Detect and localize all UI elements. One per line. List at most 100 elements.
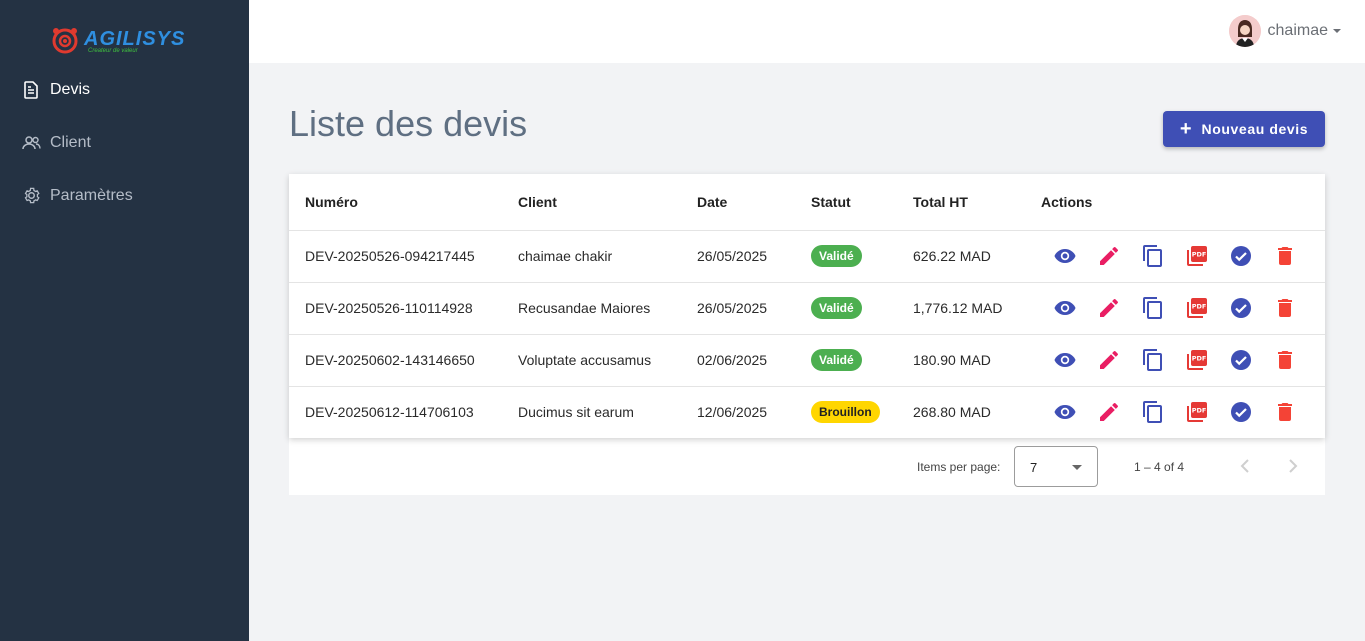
svg-text:PDF: PDF: [1192, 407, 1207, 415]
trash-icon: [1273, 296, 1297, 320]
copy-button[interactable]: [1141, 244, 1165, 268]
sidebar-item-label: Paramètres: [50, 186, 133, 204]
page-range-label: 1 – 4 of 4: [1134, 460, 1185, 474]
sidebar: AGILISYS Createur de valeur Devis Client…: [0, 0, 249, 641]
sidebar-item-label: Devis: [50, 80, 91, 98]
sidebar-item-client[interactable]: Client: [0, 116, 249, 169]
pdf-icon: PDF: [1185, 244, 1209, 268]
check-circle-icon: [1229, 244, 1253, 268]
row-actions: PDF: [1053, 400, 1317, 424]
brand-tagline: Createur de valeur: [88, 48, 138, 54]
new-devis-button-label: Nouveau devis: [1201, 121, 1309, 137]
eye-icon: [1053, 400, 1077, 424]
cell-numero: DEV-20250526-094217445: [305, 248, 475, 264]
status-badge: Validé: [811, 245, 862, 267]
svg-text:PDF: PDF: [1192, 303, 1207, 311]
copy-button[interactable]: [1141, 348, 1165, 372]
table-row: DEV-20250526-094217445 chaimae chakir 26/0…: [289, 231, 1325, 283]
logo-mark-icon: [52, 28, 78, 54]
items-per-page-value: 7: [1030, 460, 1038, 475]
eye-icon: [1053, 348, 1077, 372]
sidebar-item-devis[interactable]: Devis: [0, 63, 249, 116]
next-page-button[interactable]: [1281, 454, 1305, 478]
user-name: chaimae: [1267, 22, 1328, 39]
column-header-total: Total HT: [913, 194, 968, 210]
column-header-date: Date: [697, 194, 728, 210]
avatar: [1228, 15, 1261, 47]
trash-button[interactable]: [1273, 296, 1297, 320]
trash-button[interactable]: [1273, 400, 1297, 424]
new-devis-button[interactable]: + Nouveau devis: [1163, 111, 1325, 147]
gear-icon: [22, 186, 41, 205]
pdf-icon: PDF: [1185, 348, 1209, 372]
cell-total: 626.22 MAD: [913, 248, 991, 264]
status-badge: Validé: [811, 349, 862, 371]
check-circle-button[interactable]: [1229, 296, 1253, 320]
items-per-page-select[interactable]: 7: [1014, 446, 1098, 487]
sidebar-item-parametres[interactable]: Paramètres: [0, 169, 249, 222]
pencil-button[interactable]: [1097, 296, 1121, 320]
paginator: Items per page: 7 1 – 4 of 4: [289, 438, 1325, 495]
pencil-icon: [1097, 296, 1121, 320]
copy-icon: [1141, 244, 1165, 268]
users-icon: [22, 133, 41, 152]
eye-button[interactable]: [1053, 400, 1077, 424]
check-circle-button[interactable]: [1229, 400, 1253, 424]
copy-button[interactable]: [1141, 400, 1165, 424]
cell-total: 1,776.12 MAD: [913, 300, 1003, 316]
copy-icon: [1141, 400, 1165, 424]
items-per-page-label: Items per page:: [917, 460, 1001, 474]
row-actions: PDF: [1053, 348, 1317, 372]
eye-icon: [1053, 296, 1077, 320]
cell-date: 12/06/2025: [697, 404, 768, 420]
eye-button[interactable]: [1053, 296, 1077, 320]
copy-icon: [1141, 296, 1165, 320]
pencil-button[interactable]: [1097, 400, 1121, 424]
trash-button[interactable]: [1273, 244, 1297, 268]
cell-client: Ducimus sit earum: [518, 404, 634, 420]
pdf-icon: PDF: [1185, 296, 1209, 320]
copy-button[interactable]: [1141, 296, 1165, 320]
brand-logo[interactable]: AGILISYS Createur de valeur: [48, 22, 185, 56]
column-header-numero: Numéro: [305, 194, 358, 210]
cell-date: 26/05/2025: [697, 248, 768, 264]
pencil-icon: [1097, 244, 1121, 268]
trash-icon: [1273, 348, 1297, 372]
eye-button[interactable]: [1053, 244, 1077, 268]
cell-date: 02/06/2025: [697, 352, 768, 368]
check-circle-icon: [1229, 348, 1253, 372]
svg-text:PDF: PDF: [1192, 251, 1207, 259]
sidebar-item-label: Client: [50, 133, 91, 151]
check-circle-button[interactable]: [1229, 348, 1253, 372]
pencil-button[interactable]: [1097, 244, 1121, 268]
row-actions: PDF: [1053, 296, 1317, 320]
pencil-icon: [1097, 400, 1121, 424]
previous-page-button[interactable]: [1233, 454, 1257, 478]
pencil-button[interactable]: [1097, 348, 1121, 372]
user-menu[interactable]: chaimae: [1228, 15, 1341, 47]
check-circle-icon: [1229, 400, 1253, 424]
cell-numero: DEV-20250602-143146650: [305, 352, 475, 368]
eye-icon: [1053, 244, 1077, 268]
sidebar-nav: Devis Client Paramètres: [0, 63, 249, 222]
column-header-actions: Actions: [1041, 194, 1093, 210]
cell-total: 268.80 MAD: [913, 404, 991, 420]
svg-text:PDF: PDF: [1192, 355, 1207, 363]
pdf-button[interactable]: PDF: [1185, 400, 1209, 424]
pdf-button[interactable]: PDF: [1185, 348, 1209, 372]
cell-date: 26/05/2025: [697, 300, 768, 316]
table-header: Numéro Client Date Statut Total HT Actio…: [289, 174, 1325, 231]
check-circle-icon: [1229, 296, 1253, 320]
devis-table: Numéro Client Date Statut Total HT Actio…: [289, 174, 1325, 438]
table-row: DEV-20250526-110114928 Recusandae Maiores…: [289, 283, 1325, 335]
check-circle-button[interactable]: [1229, 244, 1253, 268]
pdf-button[interactable]: PDF: [1185, 244, 1209, 268]
pdf-button[interactable]: PDF: [1185, 296, 1209, 320]
devis-table-card: Numéro Client Date Statut Total HT Actio…: [289, 174, 1325, 495]
cell-numero: DEV-20250526-110114928: [305, 300, 473, 316]
trash-button[interactable]: [1273, 348, 1297, 372]
trash-icon: [1273, 400, 1297, 424]
pencil-icon: [1097, 348, 1121, 372]
eye-button[interactable]: [1053, 348, 1077, 372]
page-title: Liste des devis: [289, 103, 528, 144]
